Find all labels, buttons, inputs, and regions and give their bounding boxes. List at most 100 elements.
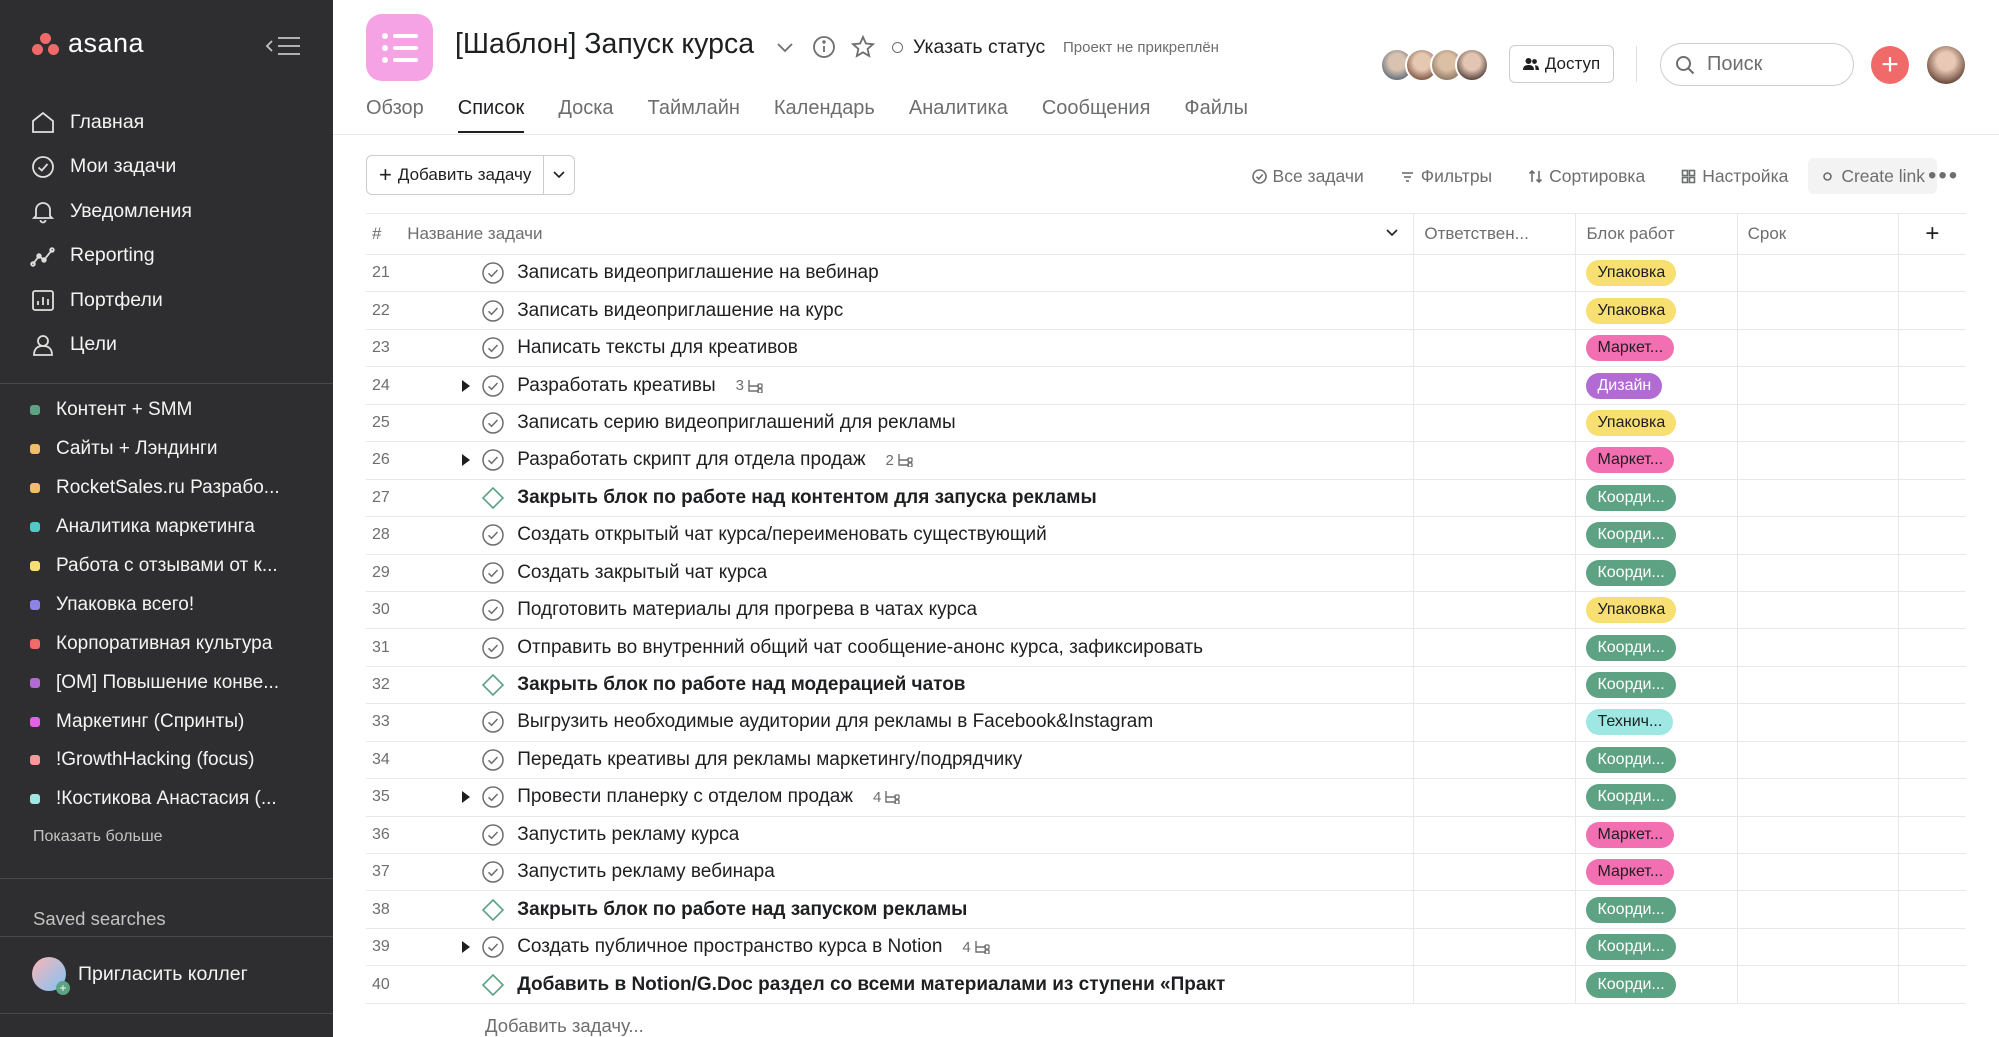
task-name[interactable]: Написать тексты для креативов bbox=[517, 337, 798, 359]
saved-searches-heading[interactable]: Saved searches bbox=[33, 908, 166, 930]
assignee-cell[interactable] bbox=[1413, 928, 1575, 966]
block-tag-badge[interactable]: Маркет... bbox=[1586, 859, 1675, 886]
show-more-link[interactable]: Показать больше bbox=[33, 828, 163, 846]
chevron-down-icon[interactable] bbox=[772, 34, 798, 60]
chevron-down-icon[interactable] bbox=[1385, 228, 1399, 238]
assignee-cell[interactable] bbox=[1413, 816, 1575, 853]
milestone-diamond-icon[interactable] bbox=[481, 486, 505, 510]
assignee-cell[interactable] bbox=[1413, 442, 1575, 479]
due-date-cell[interactable] bbox=[1736, 966, 1898, 1003]
task-name[interactable]: Провести планерку с отделом продаж bbox=[517, 786, 853, 808]
set-status-button[interactable]: Указать статус bbox=[892, 36, 1045, 59]
assignee-cell[interactable] bbox=[1413, 255, 1575, 292]
block-tag-badge[interactable]: Упаковка bbox=[1586, 597, 1677, 624]
sidebar-project-item[interactable]: RocketSales.ru Разрабо... bbox=[30, 469, 320, 508]
assignee-cell[interactable] bbox=[1413, 666, 1575, 704]
complete-check-icon[interactable] bbox=[481, 710, 505, 734]
sidebar-item-person[interactable]: Цели bbox=[30, 323, 310, 368]
sidebar-item-bell[interactable]: Уведомления bbox=[30, 189, 310, 234]
task-name[interactable]: Запустить рекламу курса bbox=[517, 824, 739, 846]
expand-caret-icon[interactable] bbox=[455, 937, 477, 957]
task-name[interactable]: Закрыть блок по работе над контентом для… bbox=[517, 487, 1097, 509]
tab-3[interactable]: Доска bbox=[558, 97, 613, 133]
task-name[interactable]: Запустить рекламу вебинара bbox=[517, 861, 775, 883]
table-row[interactable]: 28 Создать открытый чат курса/переименова… bbox=[366, 517, 1966, 555]
expand-caret-icon[interactable] bbox=[455, 450, 477, 470]
complete-check-icon[interactable] bbox=[481, 636, 505, 660]
complete-check-icon[interactable] bbox=[481, 261, 505, 285]
task-name[interactable]: Разработать скрипт для отдела продаж bbox=[517, 449, 865, 471]
due-date-cell[interactable] bbox=[1736, 517, 1898, 554]
block-tag-badge[interactable]: Коорди... bbox=[1586, 559, 1676, 586]
sidebar-item-portfolio[interactable]: Портфели bbox=[30, 278, 310, 323]
task-name[interactable]: Записать видеоприглашение на вебинар bbox=[517, 262, 879, 284]
due-date-cell[interactable] bbox=[1736, 367, 1898, 404]
sidebar-project-item[interactable]: Корпоративная культура bbox=[30, 624, 320, 663]
table-row[interactable]: 21 Записать видеоприглашение на вебинар Уп… bbox=[366, 255, 1966, 293]
info-icon[interactable] bbox=[811, 34, 837, 60]
due-date-cell[interactable] bbox=[1736, 404, 1898, 442]
block-tag-badge[interactable]: Коорди... bbox=[1586, 784, 1676, 811]
table-row[interactable]: 23 Написать тексты для креативов Маркет... bbox=[366, 329, 1966, 368]
tab-7[interactable]: Сообщения bbox=[1042, 97, 1151, 133]
task-name[interactable]: Отправить во внутренний общий чат сообще… bbox=[517, 637, 1203, 659]
block-tag-badge[interactable]: Коорди... bbox=[1586, 672, 1676, 699]
block-tag-badge[interactable]: Упаковка bbox=[1586, 260, 1677, 287]
task-name[interactable]: Подготовить материалы для прогрева в чат… bbox=[517, 599, 977, 621]
due-date-cell[interactable] bbox=[1736, 329, 1898, 367]
block-tag-badge[interactable]: Коорди... bbox=[1586, 896, 1676, 923]
assignee-cell[interactable] bbox=[1413, 966, 1575, 1003]
milestone-diamond-icon[interactable] bbox=[481, 898, 505, 922]
table-row[interactable]: 34 Передать креативы для рекламы маркетин… bbox=[366, 741, 1966, 780]
invite-colleagues-button[interactable]: Пригласить коллег bbox=[32, 957, 248, 995]
table-row[interactable]: 38 Закрыть блок по работе над запуском ре… bbox=[366, 891, 1966, 929]
milestone-diamond-icon[interactable] bbox=[481, 673, 505, 697]
complete-check-icon[interactable] bbox=[481, 785, 505, 809]
due-date-cell[interactable] bbox=[1736, 629, 1898, 666]
block-tag-badge[interactable]: Коорди... bbox=[1586, 746, 1676, 773]
milestone-diamond-icon[interactable] bbox=[481, 973, 505, 997]
task-name[interactable]: Создать открытый чат курса/переименовать… bbox=[517, 524, 1047, 546]
filters-button[interactable]: Фильтры bbox=[1400, 158, 1492, 194]
due-date-cell[interactable] bbox=[1736, 255, 1898, 292]
complete-check-icon[interactable] bbox=[481, 823, 505, 847]
member-avatars[interactable] bbox=[1380, 48, 1489, 82]
star-icon[interactable] bbox=[850, 34, 876, 60]
complete-check-icon[interactable] bbox=[481, 860, 505, 884]
task-name[interactable]: Создать публичное пространство курса в N… bbox=[517, 936, 942, 958]
assignee-cell[interactable] bbox=[1413, 367, 1575, 404]
table-row[interactable]: 31 Отправить во внутренний общий чат сооб… bbox=[366, 629, 1966, 667]
block-tag-badge[interactable]: Маркет... bbox=[1586, 335, 1675, 362]
add-task-dropdown-icon[interactable] bbox=[544, 156, 574, 194]
task-name[interactable]: Записать серию видеоприглашений для рекл… bbox=[517, 412, 955, 434]
tab-8[interactable]: Файлы bbox=[1184, 97, 1248, 133]
task-name[interactable]: Разработать креативы bbox=[517, 375, 715, 397]
assignee-cell[interactable] bbox=[1413, 554, 1575, 591]
due-date-cell[interactable] bbox=[1736, 779, 1898, 816]
customize-button[interactable]: Настройка bbox=[1681, 158, 1788, 194]
task-name[interactable]: Выгрузить необходимые аудитории для рекл… bbox=[517, 711, 1153, 733]
sidebar-project-item[interactable]: [OM] Повышение конве... bbox=[30, 663, 320, 702]
create-link-button[interactable]: Create link bbox=[1808, 158, 1937, 194]
table-row[interactable]: 25 Записать серию видеоприглашений для ре… bbox=[366, 404, 1966, 443]
column-header-due[interactable]: Срок bbox=[1736, 214, 1898, 254]
add-column-button[interactable]: + bbox=[1897, 214, 1966, 254]
assignee-cell[interactable] bbox=[1413, 329, 1575, 367]
tab-2[interactable]: Список bbox=[457, 97, 525, 133]
expand-caret-icon[interactable] bbox=[455, 787, 477, 807]
table-row[interactable]: 40 Добавить в Notion/G.Doc раздел со всем… bbox=[366, 966, 1966, 1004]
complete-check-icon[interactable] bbox=[481, 411, 505, 435]
asana-logo[interactable]: asana bbox=[32, 28, 144, 59]
block-tag-badge[interactable]: Коорди... bbox=[1586, 971, 1676, 998]
all-tasks-button[interactable]: Все задачи bbox=[1251, 158, 1364, 194]
complete-check-icon[interactable] bbox=[481, 935, 505, 959]
sidebar-item-check-circle[interactable]: Мои задачи bbox=[30, 145, 310, 190]
share-button[interactable]: Доступ bbox=[1509, 45, 1614, 83]
block-tag-badge[interactable]: Маркет... bbox=[1586, 821, 1675, 848]
block-tag-badge[interactable]: Коорди... bbox=[1586, 934, 1676, 961]
table-row[interactable]: 35 Провести планерку с отделом продаж 4 Коо… bbox=[366, 779, 1966, 817]
table-row[interactable]: 30 Подготовить материалы для прогрева в ч… bbox=[366, 591, 1966, 630]
column-header-block[interactable]: Блок работ bbox=[1575, 214, 1736, 254]
due-date-cell[interactable] bbox=[1736, 891, 1898, 928]
tab-1[interactable]: Обзор bbox=[366, 97, 424, 133]
